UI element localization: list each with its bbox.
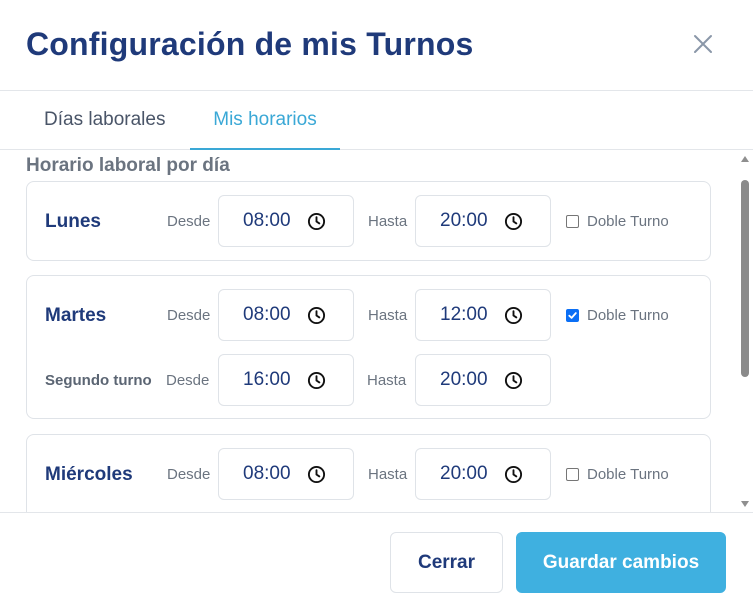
check-icon [568,312,577,319]
to-label: Hasta [368,466,408,483]
double-shift-checkbox[interactable] [566,215,579,228]
clock-icon [307,465,326,484]
to-label: Hasta [367,372,407,389]
from-label: Desde [167,213,211,230]
shift-config-modal: Configuración de mis Turnos Días laboral… [0,0,753,610]
from-label: Desde [167,466,211,483]
day-name: Martes [45,305,107,326]
to-time-input[interactable]: 12:00 [415,289,551,341]
double-shift-label: Doble Turno [587,307,669,324]
clock-icon [504,465,523,484]
close-icon[interactable] [690,31,716,57]
day-card-lunes: Lunes Desde 08:00 Hasta 20:00 Doble Turn… [26,181,711,261]
clock-icon [504,306,523,325]
day-card-miercoles: Miércoles Desde 08:00 Hasta 20:00 Doble … [26,434,711,512]
time-value: 12:00 [440,304,488,325]
tab-dias-laborales[interactable]: Días laborales [44,91,165,150]
double-shift-label: Doble Turno [587,466,669,483]
modal-header: Configuración de mis Turnos [0,0,753,91]
scroll-down-arrow-icon[interactable] [741,501,749,507]
time-value: 08:00 [243,210,291,231]
clock-icon [307,306,326,325]
time-value: 20:00 [440,210,488,231]
clock-icon [307,212,326,231]
day-name: Miércoles [45,464,133,485]
double-shift-checkbox[interactable] [566,468,579,481]
day-card-martes: Martes Desde 08:00 Hasta 12:00 Doble Tur… [26,275,711,419]
time-value: 20:00 [440,369,488,390]
time-value: 08:00 [243,304,291,325]
section-title: Horario laboral por día [26,155,230,176]
from-label: Desde [167,307,211,324]
double-shift-checkbox[interactable] [566,309,579,322]
second-to-time-input[interactable]: 20:00 [415,354,551,406]
to-label: Hasta [368,307,408,324]
second-shift-label: Segundo turno [45,372,152,389]
modal-title: Configuración de mis Turnos [26,26,474,62]
save-changes-button[interactable]: Guardar cambios [516,532,726,593]
from-time-input[interactable]: 08:00 [218,289,354,341]
to-time-input[interactable]: 20:00 [415,195,551,247]
time-value: 20:00 [440,463,488,484]
modal-footer: Cerrar Guardar cambios [0,512,753,610]
clock-icon [307,371,326,390]
from-label: Desde [166,372,210,389]
close-button[interactable]: Cerrar [390,532,503,593]
double-shift-label: Doble Turno [587,213,669,230]
time-value: 16:00 [243,369,291,390]
from-time-input[interactable]: 08:00 [218,448,354,500]
to-label: Hasta [368,213,408,230]
tab-mis-horarios[interactable]: Mis horarios [190,91,340,150]
scrollbar-thumb[interactable] [741,180,749,377]
time-value: 08:00 [243,463,291,484]
scroll-up-arrow-icon[interactable] [741,156,749,162]
day-name: Lunes [45,211,101,232]
tab-bar: Días laborales Mis horarios [0,91,753,150]
to-time-input[interactable]: 20:00 [415,448,551,500]
second-from-time-input[interactable]: 16:00 [218,354,354,406]
clock-icon [504,371,523,390]
clock-icon [504,212,523,231]
scrollbar[interactable] [738,151,753,512]
modal-body: Horario laboral por día Lunes Desde 08:0… [0,151,753,512]
from-time-input[interactable]: 08:00 [218,195,354,247]
